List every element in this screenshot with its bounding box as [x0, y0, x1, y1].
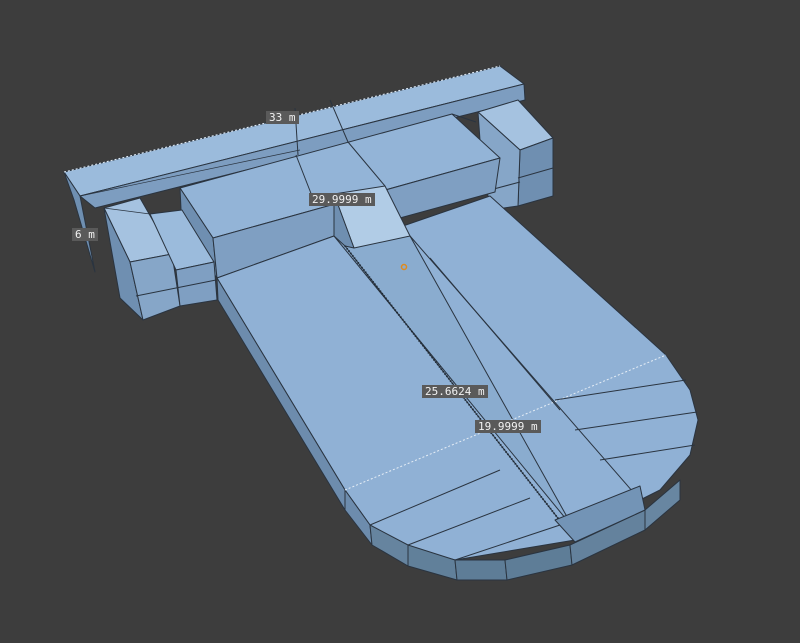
dimension-top-wall-length: 33 m	[266, 111, 299, 124]
dimension-ramp-length: 25.6624 m	[422, 385, 488, 398]
3d-viewport[interactable]: 33 m 6 m 29.9999 m 25.6624 m 19.9999 m	[0, 0, 800, 643]
dimension-inner-width: 29.9999 m	[309, 193, 375, 206]
mesh-model	[63, 65, 699, 581]
dimension-wall-height: 6 m	[72, 228, 98, 241]
dimension-platform-width: 19.9999 m	[475, 420, 541, 433]
